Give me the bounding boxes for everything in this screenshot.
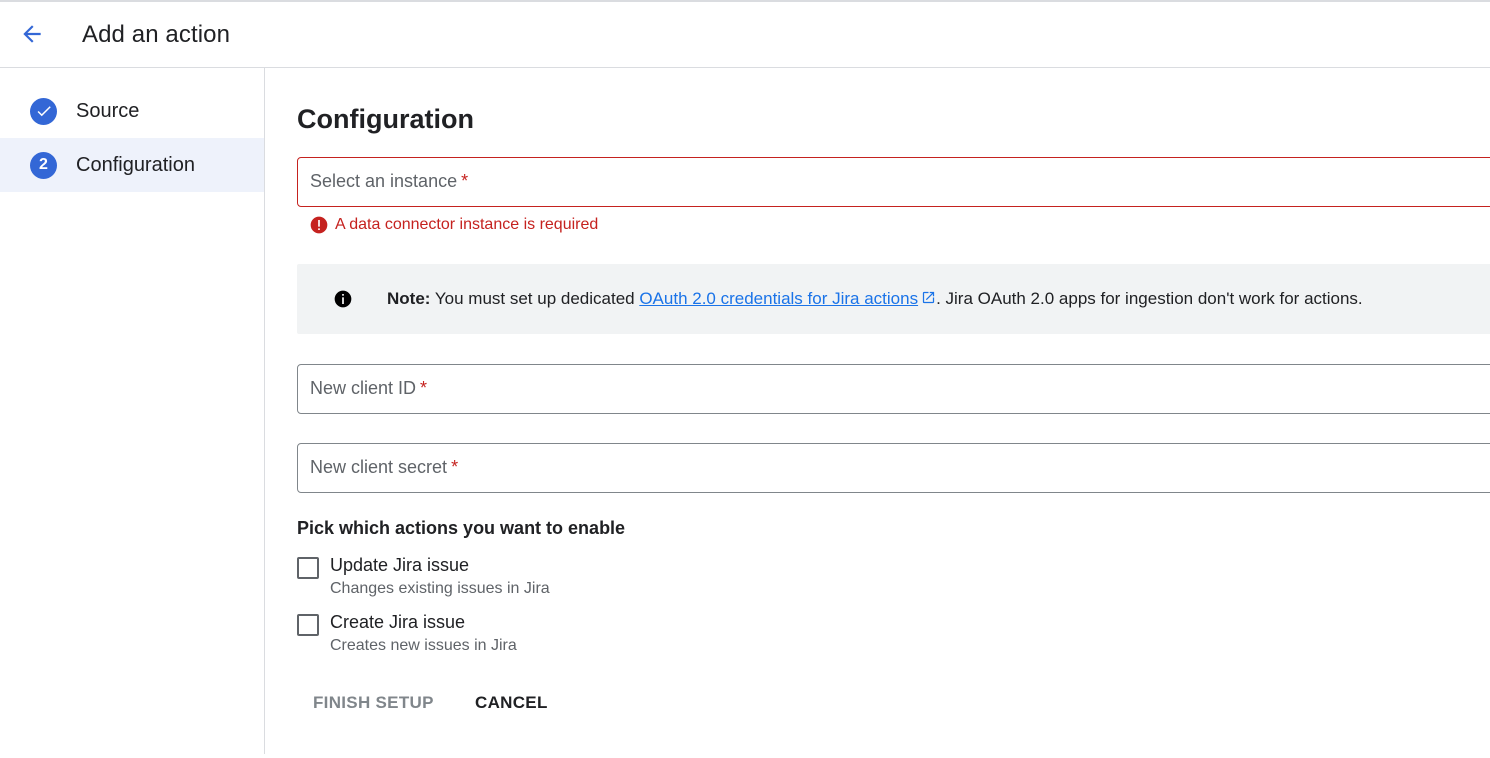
step-label-configuration: Configuration <box>76 153 195 176</box>
section-title: Configuration <box>297 104 474 134</box>
create-jira-issue-checkbox[interactable] <box>297 614 319 636</box>
instance-error-message: A data connector instance is required <box>309 215 598 235</box>
error-text: A data connector instance is required <box>335 216 599 233</box>
info-icon <box>334 290 352 308</box>
external-link-icon[interactable] <box>921 290 936 305</box>
error-icon <box>310 216 328 234</box>
back-button[interactable] <box>12 14 52 54</box>
option-description: Changes existing issues in Jira <box>330 580 550 597</box>
option-description: Creates new issues in Jira <box>330 637 517 654</box>
arrow-back-icon <box>23 25 41 43</box>
update-jira-issue-checkbox[interactable] <box>297 557 319 579</box>
option-update-jira-issue: Update Jira issue Changes existing issue… <box>297 555 897 601</box>
actions-title: Pick which actions you want to enable <box>297 518 626 538</box>
main-content: Configuration Select an instance * A data… <box>297 68 1490 758</box>
option-label: Create Jira issue <box>330 612 466 632</box>
note-prefix: Note: <box>387 289 431 308</box>
option-label: Update Jira issue <box>330 555 470 575</box>
option-create-jira-issue: Create Jira issue Creates new issues in … <box>297 612 897 658</box>
required-marker: * <box>461 171 469 191</box>
stepper-sidebar: Source 2 Configuration <box>0 68 265 754</box>
client-secret-field[interactable]: New client secret * <box>297 443 1490 493</box>
instance-select-label: Select an instance * <box>310 171 469 191</box>
step-source[interactable]: Source <box>0 84 264 138</box>
finish-setup-button[interactable]: FINISH SETUP <box>297 685 450 721</box>
client-id-label: New client ID * <box>310 378 428 398</box>
client-secret-label: New client secret * <box>310 457 459 477</box>
required-marker: * <box>451 457 459 477</box>
client-id-field[interactable]: New client ID * <box>297 364 1490 414</box>
note-text: Note: You must set up dedicated OAuth 2.… <box>387 289 1363 309</box>
required-marker: * <box>420 378 428 398</box>
step-configuration[interactable]: 2 Configuration <box>0 138 264 192</box>
info-note: Note: You must set up dedicated OAuth 2.… <box>297 264 1490 334</box>
check-circle-icon <box>30 97 57 125</box>
step-label-source: Source <box>76 99 140 122</box>
note-text-after: . Jira OAuth 2.0 apps for ingestion don'… <box>936 289 1363 308</box>
step-number-badge: 2 <box>30 151 57 179</box>
page-header: Add an action <box>0 2 1490 68</box>
oauth-credentials-link[interactable]: OAuth 2.0 credentials for Jira actions <box>639 289 918 308</box>
instance-select[interactable]: Select an instance * <box>297 157 1490 207</box>
page-title: Add an action <box>82 21 231 48</box>
note-text-before: You must set up dedicated <box>430 289 640 308</box>
cancel-button[interactable]: CANCEL <box>459 685 564 721</box>
